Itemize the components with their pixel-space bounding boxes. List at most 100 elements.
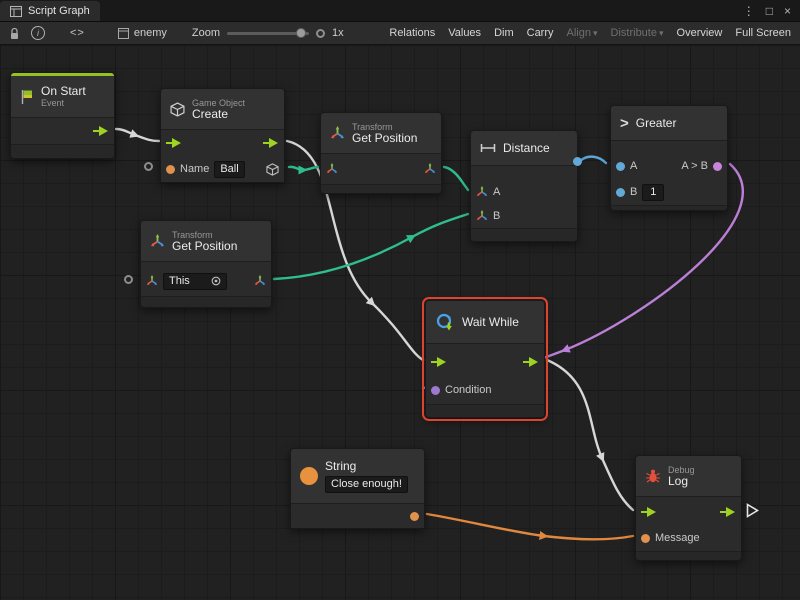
value-port-row: Condition bbox=[426, 376, 544, 404]
node-category: Transform bbox=[172, 230, 237, 240]
zoom-slider[interactable] bbox=[227, 32, 309, 35]
flow-input-port[interactable] bbox=[166, 138, 182, 148]
flow-input-port[interactable] bbox=[641, 507, 657, 517]
graph-name: enemy bbox=[134, 27, 167, 39]
flow-output-port[interactable] bbox=[523, 357, 539, 367]
flow-port-row bbox=[636, 499, 741, 525]
lock-icon[interactable] bbox=[9, 27, 20, 40]
port-label: A bbox=[493, 186, 500, 198]
relations-button[interactable]: Relations bbox=[389, 27, 435, 39]
transform-input-port[interactable] bbox=[326, 163, 338, 175]
info-icon[interactable]: i bbox=[31, 26, 45, 40]
unconnected-port-indicator[interactable] bbox=[124, 275, 133, 284]
distance-icon bbox=[480, 143, 496, 153]
node-distance[interactable]: Distance A B bbox=[470, 130, 578, 242]
greater-icon: > bbox=[620, 115, 629, 132]
object-picker-icon[interactable] bbox=[211, 276, 221, 286]
a-input-port[interactable] bbox=[616, 162, 625, 171]
b-value-field[interactable]: 1 bbox=[642, 184, 664, 201]
transform-icon bbox=[330, 126, 345, 141]
flow-input-port[interactable] bbox=[431, 357, 447, 367]
zoom-reset-icon[interactable] bbox=[316, 29, 325, 38]
node-subtitle: Event bbox=[41, 98, 86, 108]
node-footer bbox=[636, 551, 741, 560]
result-output-port[interactable] bbox=[713, 162, 722, 171]
this-field[interactable]: This bbox=[163, 273, 227, 290]
value-port-row bbox=[291, 504, 424, 528]
node-title: Create bbox=[192, 108, 245, 121]
flow-output-port[interactable] bbox=[720, 507, 736, 517]
carry-button[interactable]: Carry bbox=[527, 27, 554, 39]
graph-breadcrumb[interactable]: enemy bbox=[118, 27, 167, 39]
condition-input-port[interactable] bbox=[431, 386, 440, 395]
port-label: Message bbox=[655, 532, 700, 544]
node-title: On Start bbox=[41, 85, 86, 98]
wait-while-icon bbox=[435, 312, 455, 332]
unconnected-port-indicator[interactable] bbox=[144, 162, 153, 171]
vector-input-port-b[interactable] bbox=[476, 210, 488, 222]
tab-title: Script Graph bbox=[28, 5, 90, 17]
string-value-field[interactable]: Close enough! bbox=[325, 476, 408, 493]
graph-toolbar: i <> enemy Zoom 1x Relations Values Dim … bbox=[0, 22, 800, 45]
node-greater[interactable]: > Greater A A > B B 1 bbox=[610, 105, 728, 211]
vector-input-port-a[interactable] bbox=[476, 186, 488, 198]
port-label: Condition bbox=[445, 384, 491, 396]
port-row bbox=[11, 118, 114, 144]
node-footer bbox=[611, 205, 727, 210]
overview-button[interactable]: Overview bbox=[677, 27, 723, 39]
node-title: Distance bbox=[503, 142, 550, 155]
port-label: Name bbox=[180, 163, 209, 175]
close-icon[interactable]: × bbox=[784, 4, 791, 18]
zoom-label: Zoom bbox=[192, 27, 220, 39]
align-dropdown[interactable]: Align▾ bbox=[567, 27, 598, 39]
name-input-port[interactable] bbox=[166, 165, 175, 174]
node-category: Game Object bbox=[192, 98, 245, 108]
port-label: B bbox=[630, 186, 637, 198]
maximize-icon[interactable]: □ bbox=[766, 4, 773, 18]
flag-icon bbox=[20, 89, 34, 105]
node-gameobject-create[interactable]: Game Object Create Name Ball bbox=[160, 88, 285, 183]
distance-output-port[interactable] bbox=[573, 157, 582, 166]
chevron-down-icon: ▾ bbox=[659, 28, 664, 38]
zoom-slider-handle[interactable] bbox=[296, 28, 306, 38]
graph-asset-icon bbox=[118, 28, 129, 39]
node-get-position-2[interactable]: Transform Get Position This bbox=[140, 220, 272, 308]
zoom-value: 1x bbox=[332, 27, 344, 39]
script-graph-icon bbox=[10, 6, 22, 17]
flow-port-row bbox=[426, 348, 544, 376]
code-icon[interactable]: <> bbox=[70, 27, 85, 39]
window-menu-icon[interactable]: ⋮ bbox=[743, 4, 755, 18]
node-get-position-1[interactable]: Transform Get Position bbox=[320, 112, 442, 194]
node-title: Log bbox=[668, 475, 695, 488]
node-wait-while[interactable]: Wait While Condition bbox=[425, 300, 545, 418]
gameobject-output-port[interactable] bbox=[266, 163, 279, 176]
flow-cursor-icon bbox=[746, 503, 759, 518]
name-field[interactable]: Ball bbox=[214, 161, 244, 178]
distribute-dropdown[interactable]: Distribute▾ bbox=[611, 27, 664, 39]
value-port-row: Message bbox=[636, 525, 741, 551]
flow-output-port[interactable] bbox=[263, 138, 279, 148]
values-button[interactable]: Values bbox=[448, 27, 481, 39]
value-port-row bbox=[321, 154, 441, 184]
b-input-port[interactable] bbox=[616, 188, 625, 197]
flow-output-port[interactable] bbox=[93, 126, 109, 136]
value-port-row: A bbox=[471, 180, 577, 204]
vector-output-port[interactable] bbox=[254, 275, 266, 287]
port-label: A bbox=[630, 160, 637, 172]
value-port-row: Name Ball bbox=[161, 156, 284, 182]
message-input-port[interactable] bbox=[641, 534, 650, 543]
node-on-start-event[interactable]: On Start Event bbox=[10, 72, 115, 159]
node-debug-log[interactable]: Debug Log Message bbox=[635, 455, 742, 561]
value-port-row: A A > B bbox=[611, 153, 727, 179]
string-output-port[interactable] bbox=[410, 512, 419, 521]
node-category: Transform bbox=[352, 122, 417, 132]
transform-input-port[interactable] bbox=[146, 275, 158, 287]
node-title: String bbox=[325, 460, 408, 473]
vector-output-port[interactable] bbox=[424, 163, 436, 175]
output-label: A > B bbox=[681, 160, 708, 172]
node-string-literal[interactable]: String Close enough! bbox=[290, 448, 425, 529]
value-port-row: B bbox=[471, 204, 577, 228]
full-screen-button[interactable]: Full Screen bbox=[735, 27, 791, 39]
dim-button[interactable]: Dim bbox=[494, 27, 514, 39]
tab-script-graph[interactable]: Script Graph bbox=[0, 1, 100, 21]
